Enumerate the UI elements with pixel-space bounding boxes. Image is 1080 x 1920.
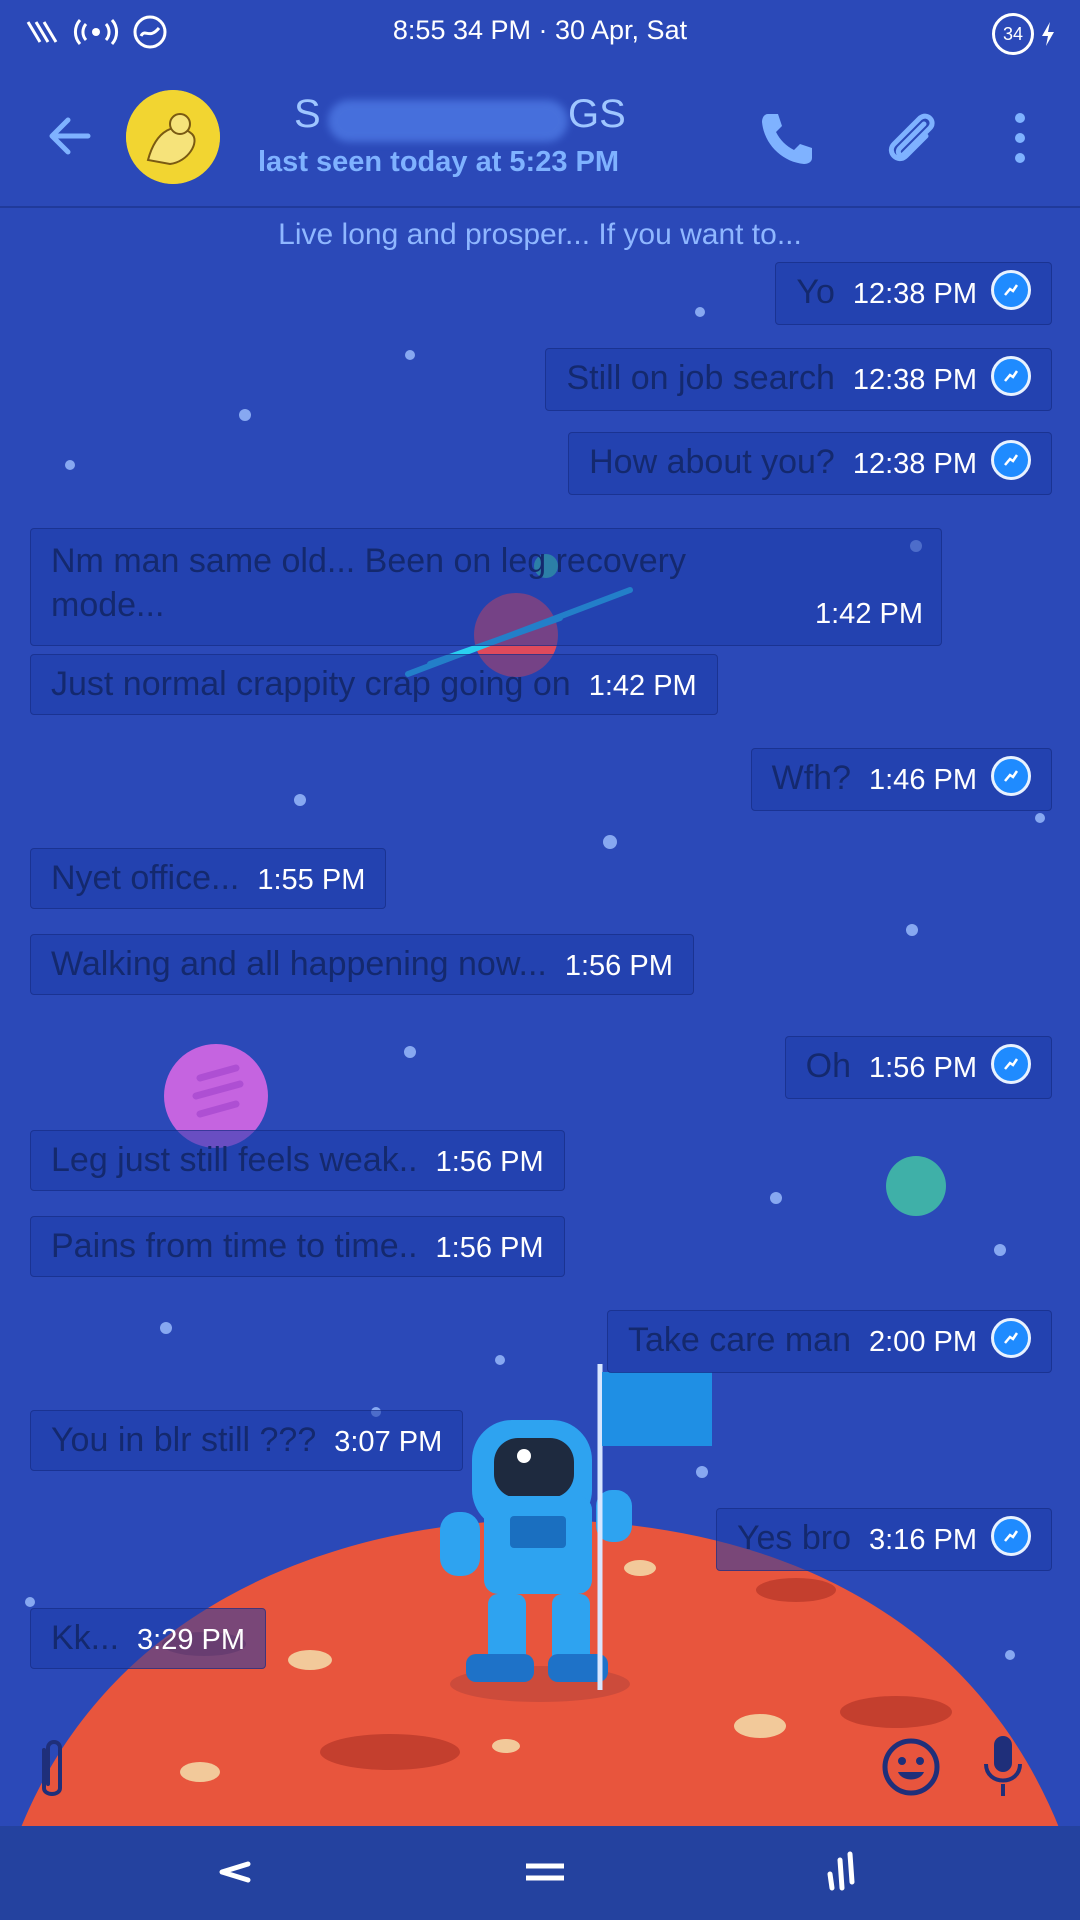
message-outgoing[interactable]: Yo 12:38 PM — [775, 262, 1052, 326]
battery-level: 34 — [992, 13, 1034, 55]
system-navigation-bar — [0, 1826, 1080, 1920]
battery-indicator: 34 — [992, 13, 1056, 55]
more-vert-icon[interactable] — [1000, 106, 1040, 170]
message-time: 1:56 PM — [564, 950, 673, 982]
nav-back-icon[interactable] — [208, 1852, 258, 1892]
contact-name-end: GS — [568, 92, 626, 136]
message-text: Yo — [796, 273, 835, 311]
message-incoming[interactable]: Pains from time to time.. 1:56 PM — [30, 1216, 565, 1277]
message-time: 1:46 PM — [869, 764, 977, 796]
message-outgoing[interactable]: Wfh? 1:46 PM — [750, 748, 1052, 812]
message-incoming[interactable]: You in blr still ??? 3:07 PM — [30, 1410, 464, 1471]
message-time: 1:56 PM — [869, 1052, 977, 1084]
status-time-date: 8:55 34 PM · 30 Apr, Sat — [392, 15, 688, 45]
message-time: 2:00 PM — [869, 1326, 977, 1358]
message-text: Leg just still feels weak.. — [51, 1141, 418, 1179]
message-incoming[interactable]: Nm man same old... Been on leg recovery … — [30, 528, 942, 646]
message-outgoing[interactable]: Take care man 2:00 PM — [607, 1310, 1052, 1374]
read-receipt-icon — [991, 440, 1031, 481]
chat-header: S GS last seen today at 5:23 PM — [0, 66, 1080, 208]
message-text: Walking and all happening now... — [51, 945, 547, 983]
message-outgoing[interactable]: Still on job search 12:38 PM — [545, 348, 1052, 412]
message-text: Nm man same old... Been on leg recovery … — [51, 542, 686, 624]
message-time: 1:42 PM — [815, 598, 923, 630]
message-outgoing[interactable]: Oh 1:56 PM — [784, 1036, 1052, 1100]
nav-home-icon[interactable] — [520, 1852, 570, 1892]
message-outgoing[interactable]: Yes bro 3:16 PM — [715, 1508, 1052, 1572]
charging-icon — [1042, 22, 1054, 46]
message-time: 1:56 PM — [435, 1146, 544, 1178]
message-time: 12:38 PM — [852, 364, 977, 396]
contact-name[interactable]: S GS — [258, 92, 718, 142]
message-text: How about you? — [589, 443, 835, 481]
message-text: Just normal crappity crap going on — [51, 665, 571, 703]
contact-name-start: S — [294, 92, 321, 136]
message-text: Pains from time to time.. — [51, 1227, 418, 1265]
paperclip-icon[interactable] — [878, 104, 944, 170]
read-receipt-icon — [991, 1044, 1031, 1085]
status-bar: 8:55 34 PM · 30 Apr, Sat 34 — [0, 0, 1080, 66]
emoji-icon[interactable] — [880, 1736, 942, 1798]
read-receipt-icon — [991, 270, 1031, 311]
message-time: 1:55 PM — [257, 864, 366, 896]
message-text: Take care man — [628, 1321, 851, 1359]
message-text: Nyet office... — [51, 859, 240, 897]
message-time: 12:38 PM — [852, 448, 977, 480]
avatar-icon — [126, 90, 220, 184]
message-time: 3:07 PM — [334, 1426, 443, 1458]
attachment-icon[interactable] — [32, 1736, 72, 1806]
name-redaction — [328, 100, 568, 142]
message-text: Yes bro — [736, 1519, 851, 1557]
read-receipt-icon — [991, 756, 1031, 797]
read-receipt-icon — [991, 1516, 1031, 1557]
read-receipt-icon — [991, 356, 1031, 397]
message-text: Still on job search — [566, 359, 835, 397]
last-seen-status: last seen today at 5:23 PM — [258, 146, 620, 178]
message-time: 1:56 PM — [435, 1232, 544, 1264]
nav-recents-icon[interactable] — [820, 1848, 864, 1894]
message-time: 3:16 PM — [869, 1524, 977, 1556]
message-text: Oh — [805, 1047, 851, 1085]
phone-icon[interactable] — [754, 106, 818, 170]
read-receipt-icon — [991, 1318, 1031, 1359]
message-text: Kk... — [51, 1619, 120, 1657]
message-list: Yo 12:38 PM Still on job search 12:38 PM H… — [0, 0, 1080, 1920]
message-text: Wfh? — [771, 759, 851, 797]
message-time: 1:42 PM — [588, 670, 697, 702]
message-incoming[interactable]: Kk... 3:29 PM — [30, 1608, 267, 1669]
back-arrow-icon[interactable] — [40, 106, 100, 166]
mic-icon[interactable] — [978, 1732, 1028, 1802]
message-time: 12:38 PM — [852, 278, 977, 310]
message-incoming[interactable]: Walking and all happening now... 1:56 PM — [30, 934, 694, 995]
message-time: 3:29 PM — [137, 1624, 246, 1656]
message-composer — [0, 1720, 1080, 1820]
message-outgoing[interactable]: How about you? 12:38 PM — [568, 432, 1052, 496]
message-incoming[interactable]: Nyet office... 1:55 PM — [30, 848, 387, 909]
message-text: You in blr still ??? — [51, 1421, 317, 1459]
message-incoming[interactable]: Just normal crappity crap going on 1:42 P… — [30, 654, 718, 715]
avatar[interactable] — [126, 90, 220, 184]
message-incoming[interactable]: Leg just still feels weak.. 1:56 PM — [30, 1130, 565, 1191]
